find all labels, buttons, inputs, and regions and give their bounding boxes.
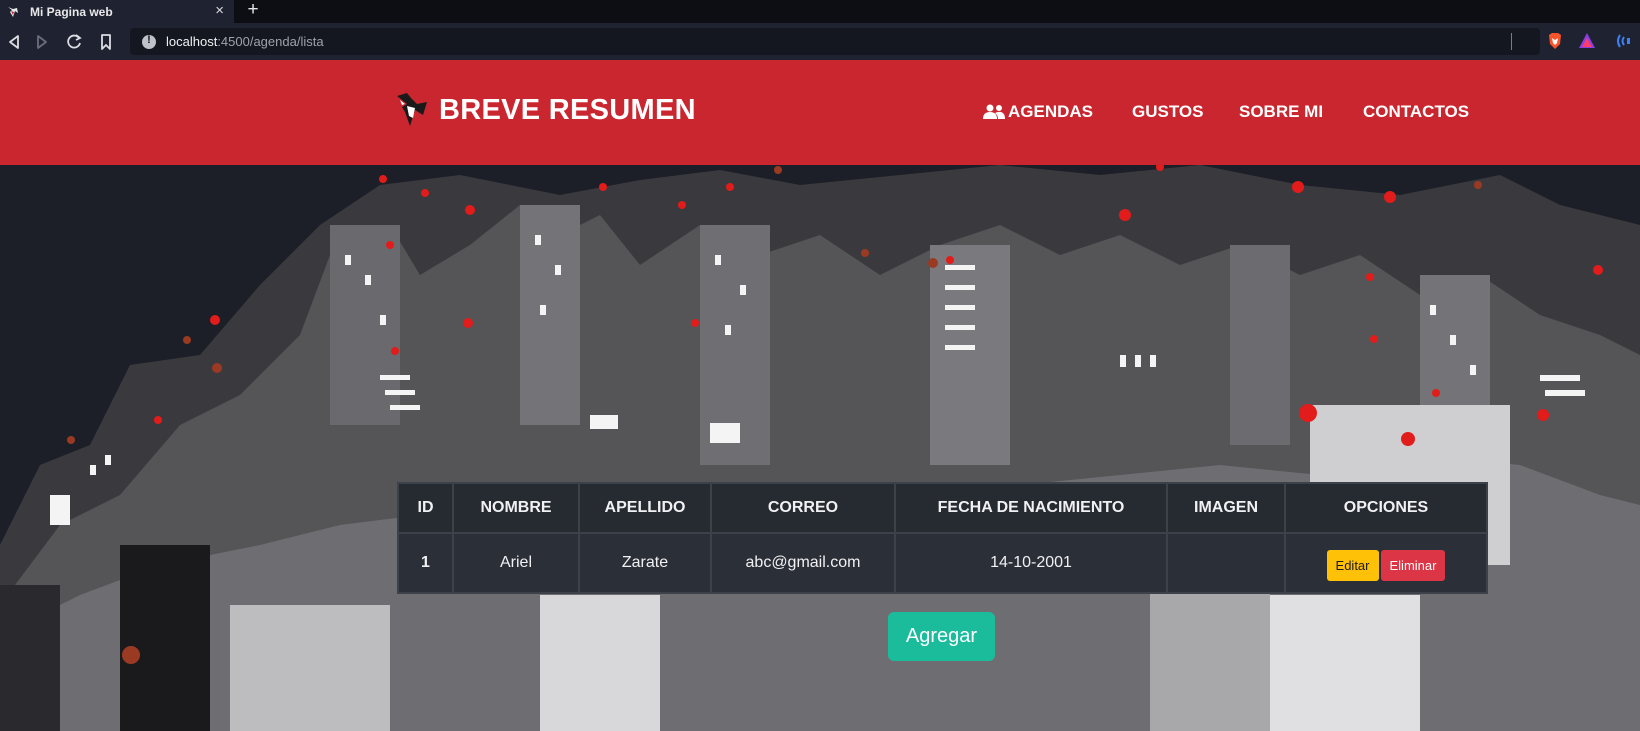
wallet-icon[interactable] — [1614, 31, 1634, 51]
brave-rewards-icon[interactable] — [1577, 31, 1597, 51]
nav-sobre-mi[interactable]: SOBRE MI — [1239, 102, 1323, 122]
back-icon[interactable] — [4, 32, 24, 52]
cell-correo: abc@gmail.com — [710, 532, 896, 594]
close-tab-icon[interactable]: × — [215, 2, 224, 19]
column-header-id: ID — [397, 482, 454, 534]
agenda-table: ID NOMBRE APELLIDO CORREO FECHA DE NACIM… — [397, 482, 1488, 594]
cell-opciones: Editar Eliminar — [1284, 532, 1488, 594]
column-header-opciones: OPCIONES — [1284, 482, 1488, 534]
delete-button[interactable]: Eliminar — [1380, 549, 1446, 581]
table-header-row: ID NOMBRE APELLIDO CORREO FECHA DE NACIM… — [397, 482, 1488, 534]
nav-contactos[interactable]: CONTACTOS — [1363, 102, 1469, 122]
web-page: BREVE RESUMEN AGENDAS GUSTOS SOBRE MI CO… — [0, 60, 1640, 731]
column-header-correo: CORREO — [710, 482, 896, 534]
tab-title: Mi Pagina web — [30, 4, 113, 19]
nav-agendas-label: AGENDAS — [1008, 102, 1094, 121]
cell-id: 1 — [397, 532, 454, 594]
site-header: BREVE RESUMEN AGENDAS GUSTOS SOBRE MI CO… — [0, 60, 1640, 165]
url-host: localhost — [166, 34, 218, 49]
cell-imagen — [1166, 532, 1286, 594]
browser-toolbar: localhost :4500/agenda/lista — [0, 23, 1640, 60]
nav-gustos-label: GUSTOS — [1132, 102, 1204, 121]
add-button[interactable]: Agregar — [888, 612, 995, 661]
brand[interactable]: BREVE RESUMEN — [393, 90, 696, 130]
table-row: 1 Ariel Zarate abc@gmail.com 14-10-2001 … — [397, 532, 1488, 594]
users-icon — [983, 104, 1005, 119]
column-header-imagen: IMAGEN — [1166, 482, 1286, 534]
reload-icon[interactable] — [64, 32, 84, 52]
persona-mask-icon — [8, 6, 18, 17]
column-header-apellido: APELLIDO — [578, 482, 712, 534]
forward-icon[interactable] — [32, 32, 52, 52]
cell-fecha: 14-10-2001 — [894, 532, 1168, 594]
nav-contactos-label: CONTACTOS — [1363, 102, 1470, 121]
brand-title: BREVE RESUMEN — [439, 93, 696, 126]
city-background-image — [0, 165, 1640, 731]
bookmark-icon[interactable] — [96, 32, 116, 52]
browser-tab-strip: Mi Pagina web × + — [0, 0, 1640, 23]
nav-sobre-mi-label: SOBRE MI — [1239, 102, 1324, 121]
column-header-nombre: NOMBRE — [452, 482, 580, 534]
browser-tab[interactable]: Mi Pagina web × — [0, 0, 234, 23]
cell-apellido: Zarate — [578, 532, 712, 594]
new-tab-button[interactable]: + — [243, 0, 263, 23]
address-divider — [1511, 33, 1512, 50]
column-header-fecha: FECHA DE NACIMIENTO — [894, 482, 1168, 534]
cell-nombre: Ariel — [452, 532, 580, 594]
site-info-icon[interactable] — [142, 34, 156, 49]
persona-mask-logo — [397, 93, 427, 126]
nav-gustos[interactable]: GUSTOS — [1132, 102, 1203, 122]
url-path: :4500/agenda/lista — [217, 34, 324, 49]
edit-button[interactable]: Editar — [1326, 549, 1379, 581]
address-bar[interactable]: localhost :4500/agenda/lista — [130, 28, 1540, 55]
nav-agendas[interactable]: AGENDAS — [983, 102, 1093, 122]
brave-shields-icon[interactable] — [1545, 31, 1565, 51]
